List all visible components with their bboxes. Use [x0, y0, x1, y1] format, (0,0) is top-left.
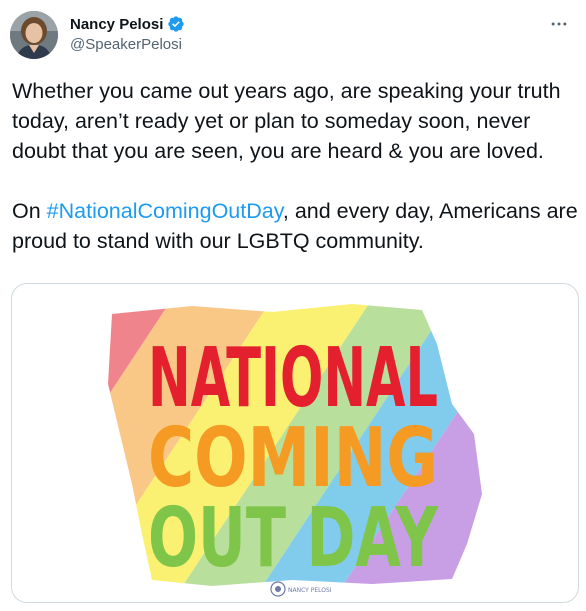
tweet-card[interactable]: Nancy Pelosi @SpeakerPelosi Whether you … — [0, 0, 586, 611]
seal-text: NANCY PELOSI — [288, 587, 332, 594]
author-display-name[interactable]: Nancy Pelosi — [70, 16, 163, 33]
verified-badge-icon — [167, 15, 185, 33]
tweet-media-image[interactable]: NATIONAL COMING OUT DAY NANCY PELOSI — [11, 283, 579, 603]
author-handle[interactable]: @SpeakerPelosi — [70, 36, 182, 53]
seal-icon — [270, 581, 286, 597]
author-name-row: Nancy Pelosi — [70, 14, 185, 34]
tweet-text: Whether you came out years ago, are spea… — [12, 76, 578, 256]
graphic-line3: OUT DAY — [148, 491, 439, 586]
more-options-icon[interactable] — [547, 14, 571, 34]
avatar[interactable] — [10, 11, 58, 59]
hashtag-link[interactable]: #NationalComingOutDay — [47, 199, 283, 223]
national-coming-out-day-graphic: NATIONAL COMING OUT DAY NANCY PELOSI — [108, 304, 482, 597]
profile-photo — [10, 11, 58, 59]
